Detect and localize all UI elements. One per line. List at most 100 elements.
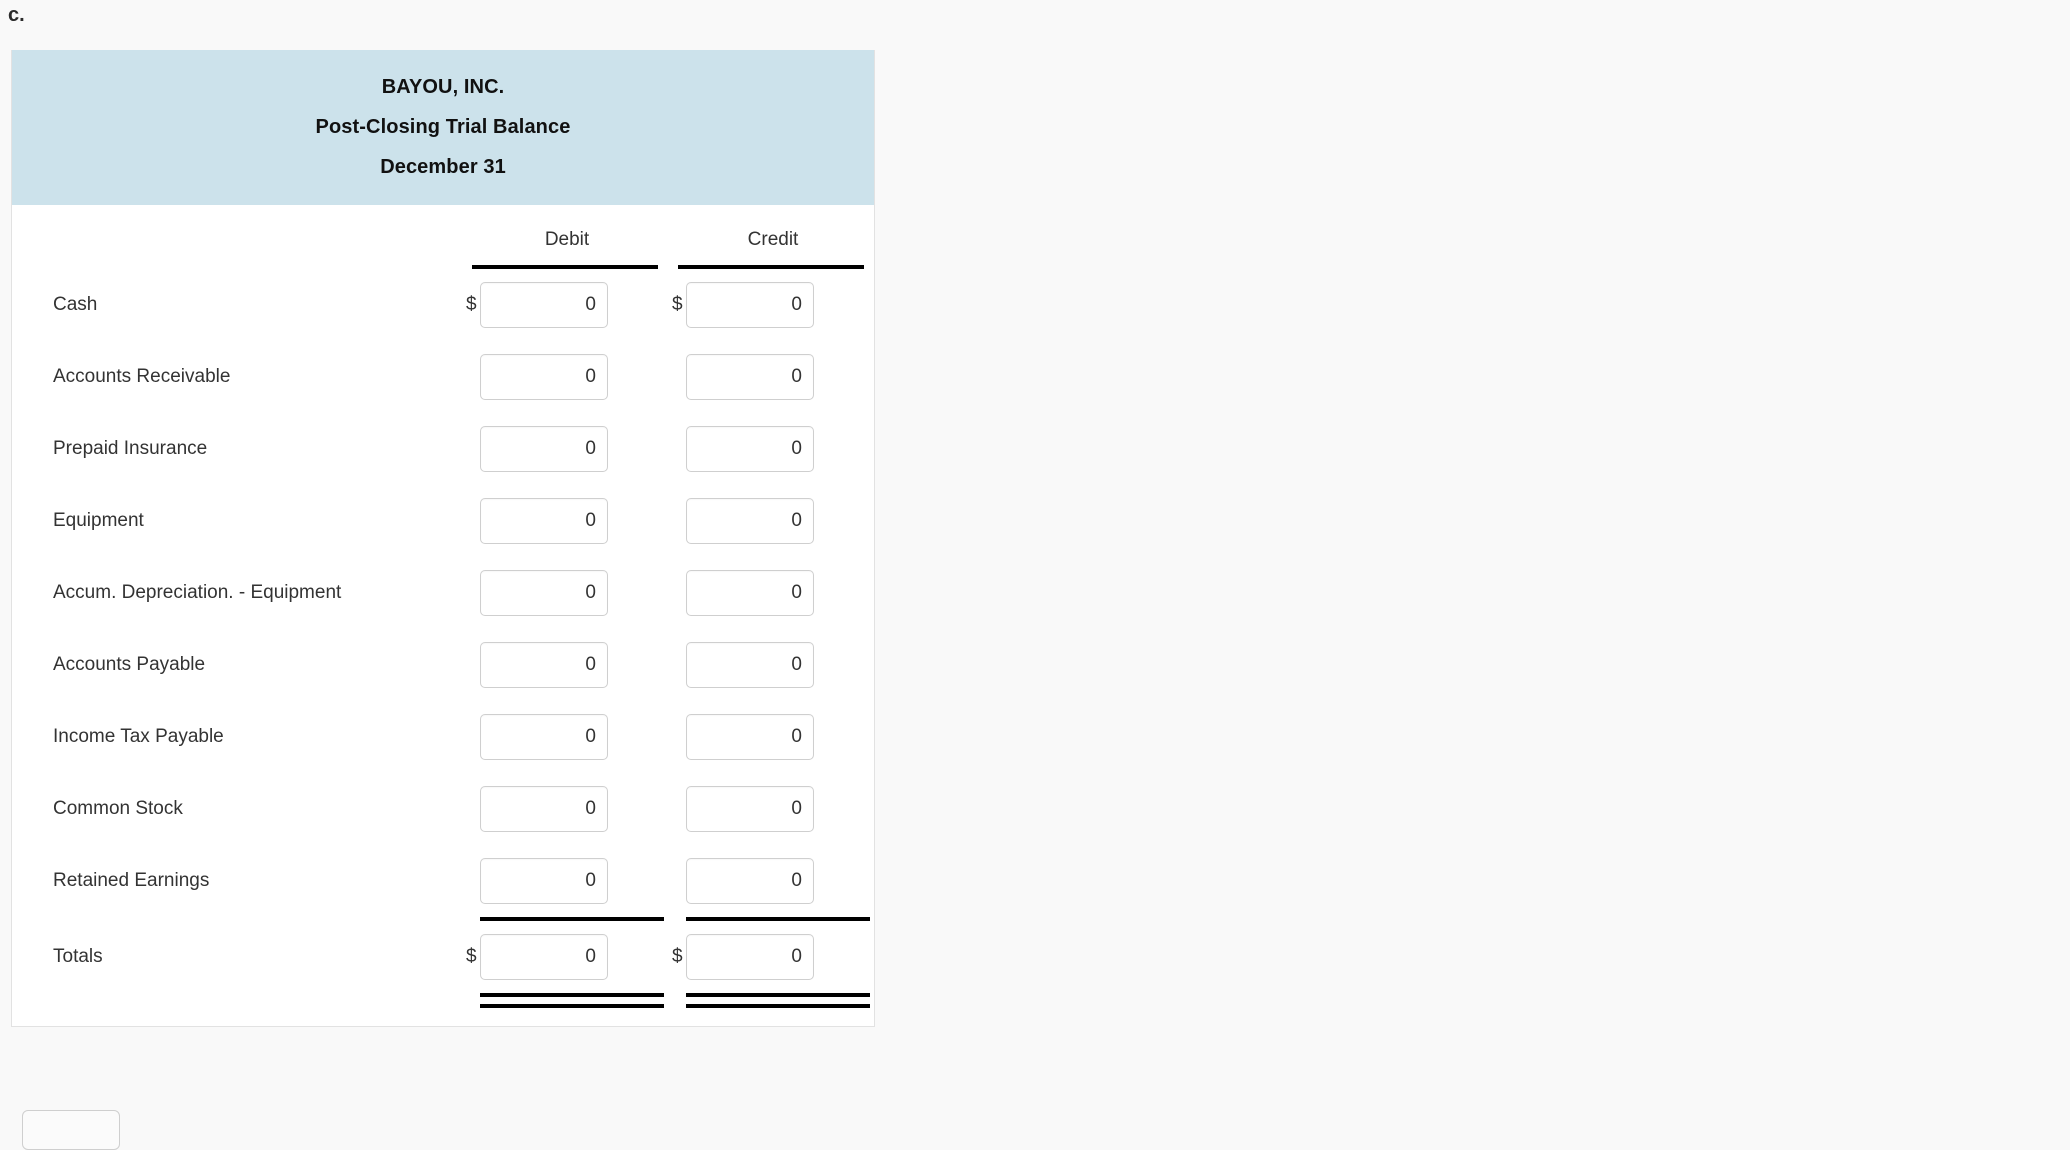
credit-cell: $ [670, 485, 876, 557]
statement-date: December 31 [380, 156, 506, 178]
debit-total-double-rule-cell [464, 993, 670, 1008]
debit-header-label: Debit [544, 229, 590, 250]
credit-cell: $ [670, 629, 876, 701]
credit-cell: $ [670, 269, 876, 341]
header-account-column [12, 205, 464, 269]
credit-cell: $ [670, 845, 876, 917]
credit-input-accum-depreciation-equipment[interactable] [686, 570, 814, 616]
statement-header: BAYOU, INC. Post-Closing Trial Balance D… [12, 50, 874, 205]
credit-input-retained-earnings[interactable] [686, 858, 814, 904]
debit-input-retained-earnings[interactable] [480, 858, 608, 904]
total-double-rule-row [12, 993, 876, 1008]
trial-balance-panel: BAYOU, INC. Post-Closing Trial Balance D… [11, 50, 875, 1027]
credit-cell: $ [670, 413, 876, 485]
debit-input-cash[interactable] [480, 282, 608, 328]
totals-label: Totals [53, 946, 103, 967]
currency-symbol: $ [466, 365, 480, 389]
currency-symbol: $ [466, 869, 480, 893]
currency-symbol: $ [466, 797, 480, 821]
account-label-cash: Cash [53, 294, 98, 315]
account-label-accum-depreciation-equipment: Accum. Depreciation. - Equipment [53, 582, 342, 603]
credit-cell: $ [670, 701, 876, 773]
page-root: c. BAYOU, INC. Post-Closing Trial Balanc… [0, 0, 2070, 1150]
credit-input-equipment[interactable] [686, 498, 814, 544]
debit-input-accounts-payable[interactable] [480, 642, 608, 688]
totals-row: Totals $ $ [12, 921, 876, 993]
credit-cell: $ [670, 773, 876, 845]
header-debit-column: Debit [464, 205, 670, 269]
currency-symbol: $ [466, 437, 480, 461]
currency-symbol: $ [672, 797, 686, 821]
bottom-partial-button[interactable] [22, 1110, 120, 1150]
account-label-retained-earnings: Retained Earnings [53, 870, 210, 891]
debit-cell: $ [464, 269, 670, 341]
account-label-income-tax-payable: Income Tax Payable [53, 726, 224, 747]
header-credit-column: Credit [670, 205, 876, 269]
account-label-prepaid-insurance: Prepaid Insurance [53, 438, 208, 459]
debit-input-accounts-receivable[interactable] [480, 354, 608, 400]
credit-cell: $ [670, 341, 876, 413]
debit-cell: $ [464, 845, 670, 917]
table-row: Accounts Payable $ $ [12, 629, 876, 701]
table-row: Equipment $ $ [12, 485, 876, 557]
account-label-equipment: Equipment [53, 510, 144, 531]
credit-header-label: Credit [747, 229, 799, 250]
credit-total-rule-bottom [686, 1004, 870, 1008]
debit-cell: $ [464, 701, 670, 773]
account-label-common-stock: Common Stock [53, 798, 183, 819]
currency-symbol: $ [466, 653, 480, 677]
table-row: Retained Earnings $ $ [12, 845, 876, 917]
company-name: BAYOU, INC. [381, 76, 505, 98]
table-row: Cash $ $ [12, 269, 876, 341]
currency-symbol: $ [672, 725, 686, 749]
currency-symbol: $ [672, 437, 686, 461]
currency-symbol: $ [672, 509, 686, 533]
credit-input-totals[interactable] [686, 934, 814, 980]
credit-input-common-stock[interactable] [686, 786, 814, 832]
currency-symbol: $ [672, 294, 683, 315]
debit-cell: $ [464, 485, 670, 557]
table-body: Cash$$Accounts Receivable$$Prepaid Insur… [12, 269, 876, 1008]
currency-symbol: $ [672, 946, 683, 967]
table-row: Accum. Depreciation. - Equipment $ $ [12, 557, 876, 629]
table-head: Debit Credit [12, 205, 876, 269]
credit-total-rule-top [686, 993, 870, 997]
debit-input-equipment[interactable] [480, 498, 608, 544]
table-row: Accounts Receivable $ $ [12, 341, 876, 413]
account-label-accounts-payable: Accounts Payable [53, 654, 206, 675]
credit-input-prepaid-insurance[interactable] [686, 426, 814, 472]
credit-cell: $ [670, 921, 876, 993]
credit-input-cash[interactable] [686, 282, 814, 328]
credit-input-accounts-receivable[interactable] [686, 354, 814, 400]
debit-input-income-tax-payable[interactable] [480, 714, 608, 760]
debit-cell: $ [464, 921, 670, 993]
part-letter: c. [8, 4, 25, 26]
credit-input-accounts-payable[interactable] [686, 642, 814, 688]
table-row: Income Tax Payable $ $ [12, 701, 876, 773]
column-header-row: Debit Credit [12, 205, 876, 269]
table-row: Prepaid Insurance $ $ [12, 413, 876, 485]
currency-symbol: $ [466, 946, 477, 967]
debit-input-totals[interactable] [480, 934, 608, 980]
debit-input-prepaid-insurance[interactable] [480, 426, 608, 472]
statement-body: Debit Credit Cash $ $ Accounts Receivable $ $… [12, 205, 874, 1026]
account-label-accounts-receivable: Accounts Receivable [53, 366, 231, 387]
currency-symbol: $ [466, 509, 480, 533]
debit-cell: $ [464, 773, 670, 845]
currency-symbol: $ [672, 869, 686, 893]
credit-input-income-tax-payable[interactable] [686, 714, 814, 760]
currency-symbol: $ [672, 365, 686, 389]
debit-input-accum-depreciation-equipment[interactable] [480, 570, 608, 616]
currency-symbol: $ [466, 725, 480, 749]
trial-balance-table: Debit Credit Cash $ $ Accounts Receivable $ $… [12, 205, 876, 1008]
currency-symbol: $ [672, 653, 686, 677]
debit-cell: $ [464, 557, 670, 629]
debit-cell: $ [464, 341, 670, 413]
debit-total-rule-top [480, 993, 664, 997]
debit-input-common-stock[interactable] [480, 786, 608, 832]
debit-total-rule-bottom [480, 1004, 664, 1008]
currency-symbol: $ [672, 581, 686, 605]
debit-cell: $ [464, 629, 670, 701]
credit-total-double-rule-cell [670, 993, 876, 1008]
credit-cell: $ [670, 557, 876, 629]
